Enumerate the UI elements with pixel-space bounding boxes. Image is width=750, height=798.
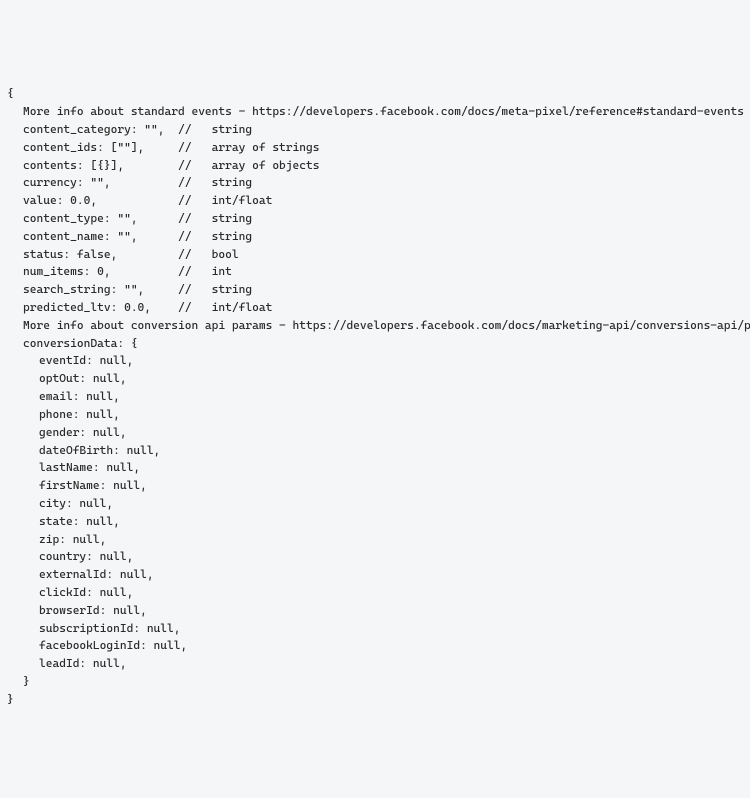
conv-country: country: null,	[7, 548, 743, 566]
prop-value: value: 0.0, // int/float	[7, 192, 743, 210]
conv-dateOfBirth: dateOfBirth: null,	[7, 442, 743, 460]
conv-eventId: eventId: null,	[7, 352, 743, 370]
prop-num_items: num_items: 0, // int	[7, 263, 743, 281]
conv-externalId: externalId: null,	[7, 566, 743, 584]
prop-content_ids: content_ids: [""], // array of strings	[7, 139, 743, 157]
conv-city: city: null,	[7, 495, 743, 513]
conv-browserId: browserId: null,	[7, 602, 743, 620]
prop-content_name: content_name: "", // string	[7, 228, 743, 246]
conversion-data-close: }	[7, 673, 743, 691]
conv-gender: gender: null,	[7, 424, 743, 442]
conv-firstName: firstName: null,	[7, 477, 743, 495]
prop-content_category: content_category: "", // string	[7, 121, 743, 139]
conv-state: state: null,	[7, 513, 743, 531]
prop-contents: contents: [{}], // array of objects	[7, 157, 743, 175]
conv-lastName: lastName: null,	[7, 459, 743, 477]
info-standard-events: More info about standard events - https:…	[7, 103, 743, 121]
brace-close: }	[7, 691, 743, 709]
code-block: {More info about standard events - https…	[7, 85, 743, 708]
conversion-data-open: conversionData: {	[7, 335, 743, 353]
brace-open: {	[7, 85, 743, 103]
info-conversion-api: More info about conversion api params - …	[7, 317, 743, 335]
conv-phone: phone: null,	[7, 406, 743, 424]
conv-facebookLoginId: facebookLoginId: null,	[7, 637, 743, 655]
conv-subscriptionId: subscriptionId: null,	[7, 620, 743, 638]
conv-email: email: null,	[7, 388, 743, 406]
conv-zip: zip: null,	[7, 531, 743, 549]
conv-leadId: leadId: null,	[7, 655, 743, 673]
conv-optOut: optOut: null,	[7, 370, 743, 388]
conv-clickId: clickId: null,	[7, 584, 743, 602]
prop-currency: currency: "", // string	[7, 174, 743, 192]
prop-content_type: content_type: "", // string	[7, 210, 743, 228]
prop-status: status: false, // bool	[7, 246, 743, 264]
prop-predicted_ltv: predicted_ltv: 0.0, // int/float	[7, 299, 743, 317]
prop-search_string: search_string: "", // string	[7, 281, 743, 299]
